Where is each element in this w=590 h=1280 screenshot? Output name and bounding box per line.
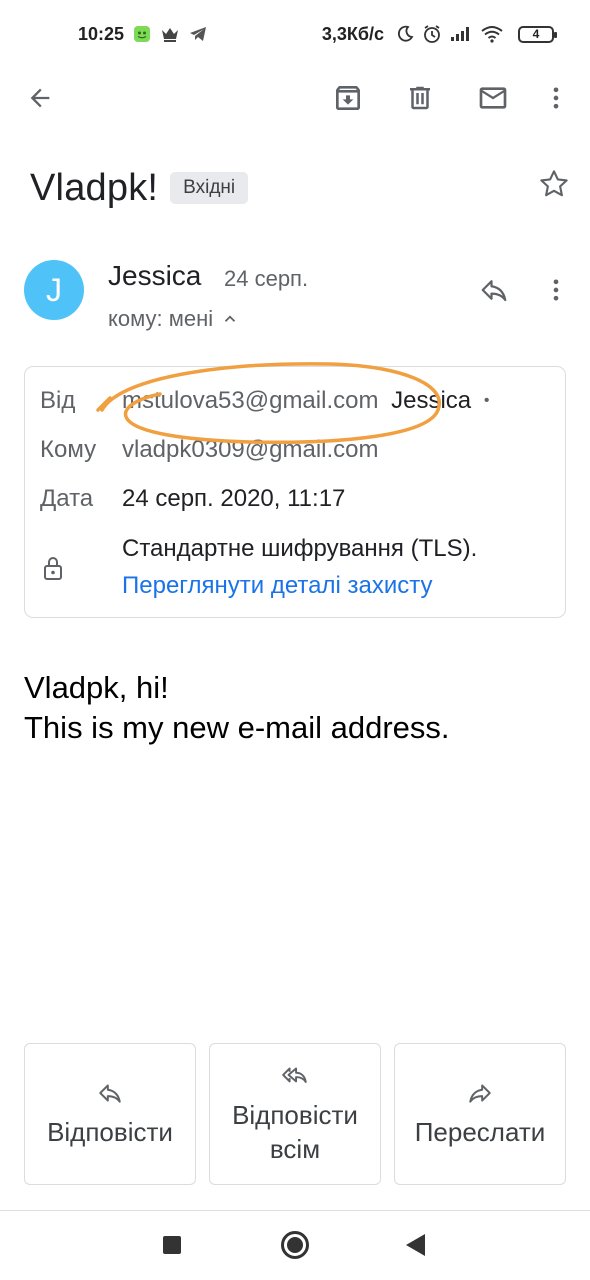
- to-value[interactable]: vladpk0309@gmail.com: [122, 436, 379, 464]
- from-email[interactable]: mstulova53@gmail.com Jessica •: [122, 387, 489, 415]
- recipients-toggle[interactable]: кому: мені: [108, 306, 239, 332]
- home-nav-button[interactable]: [281, 1231, 309, 1259]
- star-button[interactable]: [530, 160, 578, 208]
- reply-quick-button[interactable]: [472, 268, 516, 312]
- crown-icon: [160, 25, 180, 43]
- more-options-button[interactable]: [534, 76, 578, 120]
- sender-name: Jessica: [108, 260, 202, 291]
- encryption-text: Стандартне шифрування (TLS).: [122, 535, 478, 562]
- status-bar: 10:25 3,3Кб/с 4: [0, 0, 590, 68]
- status-time: 10:25: [78, 23, 125, 44]
- status-left: 10:25: [78, 24, 207, 45]
- wifi-icon: [480, 25, 504, 43]
- battery-indicator: 4: [518, 25, 557, 43]
- app-notification-icon: [133, 25, 151, 43]
- status-right: 3,3Кб/с 4: [321, 23, 557, 45]
- telegram-icon: [189, 26, 207, 42]
- back-nav-button[interactable]: [406, 1234, 425, 1256]
- inbox-label-chip[interactable]: Вхідні: [170, 172, 249, 204]
- star-icon: [540, 170, 568, 197]
- from-dot: •: [483, 392, 490, 409]
- forward-button[interactable]: Переслати: [394, 1043, 566, 1185]
- from-label: Від: [40, 387, 76, 414]
- nav-divider: [0, 1210, 590, 1211]
- toolbar: [0, 68, 590, 126]
- reply-all-label-line1: Відповісти: [232, 1100, 358, 1130]
- body-line-2: This is my new e-mail address.: [24, 710, 450, 745]
- arrow-left-icon: [30, 88, 50, 108]
- lock-icon: [44, 557, 62, 580]
- security-details-link[interactable]: Переглянути деталі захисту: [122, 572, 433, 600]
- gmail-message-screen: 10:25 3,3Кб/с 4 Vladpk! Вхідні J Jessica…: [0, 0, 590, 1280]
- date-value: 24 серп. 2020, 11:17: [122, 485, 346, 512]
- message-details-card: Від mstulova53@gmail.com Jessica • Кому …: [24, 366, 566, 618]
- mark-unread-button[interactable]: [471, 76, 515, 120]
- message-more-button[interactable]: [534, 268, 578, 312]
- recipients-summary: кому: мені: [108, 306, 214, 331]
- body-line-1: Vladpk, hi!: [24, 670, 169, 705]
- home-dot-icon: [287, 1237, 303, 1253]
- network-speed: 3,3Кб/с: [321, 23, 384, 44]
- reply-all-icon: [282, 1067, 307, 1083]
- chevron-up-icon: [224, 315, 236, 322]
- email-body: Vladpk, hi! This is my new e-mail addres…: [24, 668, 450, 748]
- delete-button[interactable]: [398, 76, 442, 120]
- to-label: Кому: [40, 436, 97, 463]
- reply-all-label-line2: всім: [269, 1134, 321, 1164]
- alarm-icon: [422, 24, 442, 44]
- sender-date: 24 серп.: [224, 266, 309, 291]
- signal-icon: [450, 26, 472, 42]
- trash-icon: [410, 86, 430, 110]
- sender-avatar[interactable]: J: [24, 260, 84, 320]
- forward-icon: [469, 1084, 491, 1103]
- reply-button-label: Відповісти: [47, 1117, 173, 1147]
- reply-icon: [99, 1084, 121, 1103]
- back-button[interactable]: [18, 76, 62, 120]
- date-label: Дата: [40, 485, 94, 512]
- email-subject: Vladpk!: [30, 166, 159, 209]
- more-vert-icon: [553, 87, 559, 109]
- from-email-address: mstulova53@gmail.com: [122, 387, 379, 414]
- forward-button-label: Переслати: [414, 1117, 546, 1147]
- subject-row: Vladpk! Вхідні: [30, 160, 570, 216]
- reply-all-button[interactable]: Відповісти всім: [209, 1043, 381, 1185]
- reply-button[interactable]: Відповісти: [24, 1043, 196, 1185]
- more-vert-icon: [553, 279, 559, 301]
- moon-icon: [396, 25, 414, 43]
- archive-icon: [336, 86, 360, 110]
- mail-icon: [479, 87, 507, 109]
- recents-nav-button[interactable]: [163, 1236, 181, 1254]
- archive-button[interactable]: [326, 76, 370, 120]
- reply-icon: [481, 280, 507, 302]
- from-name: Jessica: [391, 387, 472, 414]
